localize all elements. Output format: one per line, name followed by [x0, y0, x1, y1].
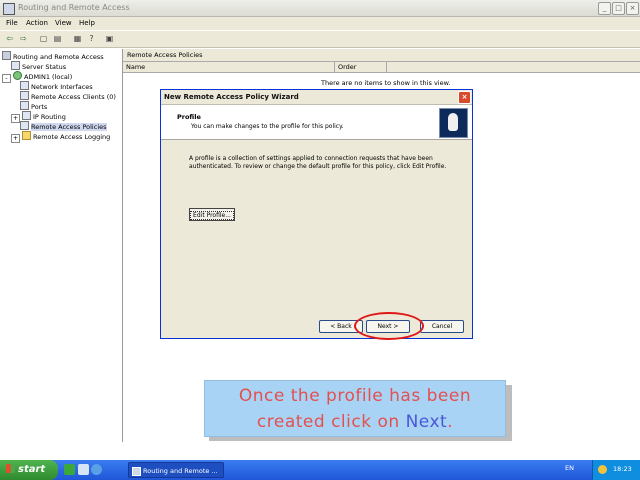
tree-item-label: Remote Access Policies [31, 123, 107, 131]
server-status-icon [11, 61, 20, 70]
wizard-logo-shape [448, 113, 458, 131]
empty-list-message: There are no items to show in this view. [321, 79, 451, 87]
tray-network-icon[interactable] [598, 465, 607, 474]
language-indicator[interactable]: EN [565, 464, 574, 472]
tree-item-remote-access-clients[interactable]: Remote Access Clients (0) [2, 91, 116, 101]
start-button[interactable]: start [0, 460, 58, 480]
tree-item-server-status[interactable]: Server Status [2, 61, 116, 71]
clock: 18:23 [613, 465, 632, 473]
menu-file[interactable]: File [6, 19, 18, 27]
column-header-order[interactable]: Order [335, 62, 387, 72]
column-header-name[interactable]: Name [123, 62, 335, 72]
callout-line-2-prefix: created click on [256, 412, 406, 432]
close-button[interactable]: × [626, 2, 639, 15]
clients-icon [20, 91, 29, 100]
properties-icon[interactable]: ▣ [104, 33, 115, 44]
tree-item-label: Network Interfaces [31, 83, 93, 91]
toolbar: ⇦ ⇨ ▢ ▤ ▦ ? ▣ [0, 31, 640, 48]
next-button-highlight-circle [354, 312, 424, 340]
callout-line-2: created click on Next. [205, 409, 505, 435]
window-title-bar[interactable]: Routing and Remote Access _ □ × [0, 0, 640, 17]
window-title: Routing and Remote Access [18, 3, 130, 12]
column-headers: Name Order [123, 62, 640, 73]
callout-next-highlight: Next [405, 412, 448, 432]
menu-bar: File Action View Help [0, 17, 640, 30]
menu-action[interactable]: Action [26, 19, 48, 27]
menu-help[interactable]: Help [79, 19, 95, 27]
tree-item-label: Remote Access Logging [33, 133, 111, 141]
callout-line-2-suffix: . [447, 412, 454, 432]
tree-item-admin1[interactable]: - ADMIN1 (local) [2, 71, 116, 83]
collapse-icon[interactable]: - [2, 74, 11, 83]
taskbar-item-label: Routing and Remote ... [143, 467, 218, 475]
new-policy-wizard-dialog: New Remote Access Policy Wizard × Profil… [160, 89, 473, 340]
wizard-close-button[interactable]: × [458, 91, 471, 104]
tree-item-ports[interactable]: Ports [2, 101, 116, 111]
expand-icon[interactable]: + [11, 134, 20, 143]
help-icon[interactable]: ? [86, 33, 97, 44]
windows-logo-icon [6, 464, 15, 473]
edit-profile-label: Edit Profile... [190, 211, 234, 220]
tree-item-label: ADMIN1 (local) [24, 73, 73, 81]
app-icon [3, 3, 15, 15]
export-list-icon[interactable]: ▦ [72, 33, 83, 44]
tree-item-routing-and-remote-access[interactable]: Routing and Remote Access [2, 51, 116, 61]
expand-icon[interactable]: + [11, 114, 20, 123]
maximize-button[interactable]: □ [612, 2, 625, 15]
show-hide-tree-icon[interactable]: ▤ [52, 33, 63, 44]
folder-icon [22, 131, 31, 140]
tree-item-network-interfaces[interactable]: Network Interfaces [2, 81, 116, 91]
wizard-title: New Remote Access Policy Wizard [164, 93, 299, 101]
forward-icon[interactable]: ⇨ [18, 33, 29, 44]
instruction-callout: Once the profile has been created click … [204, 380, 506, 437]
tree-item-remote-access-logging[interactable]: + Remote Access Logging [2, 131, 116, 143]
system-tray: 18:23 [592, 460, 640, 480]
internet-explorer-icon[interactable] [91, 464, 102, 475]
wizard-logo-icon [439, 108, 468, 138]
ip-routing-icon [22, 111, 31, 120]
details-title-bar: Remote Access Policies [123, 49, 640, 62]
server-ok-icon [13, 71, 22, 80]
tree-list: Routing and Remote Access Server Status … [2, 51, 116, 143]
taskbar-item-routing[interactable]: Routing and Remote ... [128, 462, 224, 478]
network-interfaces-icon [20, 81, 29, 90]
policies-icon [20, 121, 29, 130]
wizard-page-heading: Profile [177, 113, 201, 121]
wizard-header: Profile You can make changes to the prof… [161, 105, 472, 140]
wizard-page-subheading: You can make changes to the profile for … [191, 123, 344, 130]
minimize-button[interactable]: _ [598, 2, 611, 15]
show-desktop-icon[interactable] [64, 464, 75, 475]
tree-item-label: Remote Access Clients (0) [31, 93, 116, 101]
ports-icon [20, 101, 29, 110]
tree-item-ip-routing[interactable]: + IP Routing [2, 111, 116, 123]
explorer-icon[interactable] [78, 464, 89, 475]
edit-profile-button[interactable]: Edit Profile... [189, 208, 235, 221]
wizard-description: A profile is a collection of settings ap… [189, 155, 447, 170]
routing-app-icon [132, 467, 141, 476]
details-title: Remote Access Policies [127, 51, 203, 59]
tree-item-label: Server Status [22, 63, 67, 71]
console-tree: Routing and Remote Access Server Status … [0, 49, 123, 442]
back-icon[interactable]: ⇦ [4, 33, 15, 44]
tree-item-label: Routing and Remote Access [13, 53, 104, 61]
callout-line-1: Once the profile has been [238, 386, 472, 406]
up-icon[interactable]: ▢ [38, 33, 49, 44]
tree-item-label: Ports [31, 103, 48, 111]
cancel-button[interactable]: Cancel [420, 320, 464, 333]
tree-item-remote-access-policies[interactable]: Remote Access Policies [2, 121, 116, 131]
taskbar: start Routing and Remote ... EN 18:23 [0, 460, 640, 480]
wizard-title-bar[interactable]: New Remote Access Policy Wizard × [161, 90, 472, 105]
server-icon [2, 51, 11, 60]
tree-item-label: IP Routing [33, 113, 66, 121]
start-label: start [18, 464, 46, 475]
menu-view[interactable]: View [55, 19, 72, 27]
